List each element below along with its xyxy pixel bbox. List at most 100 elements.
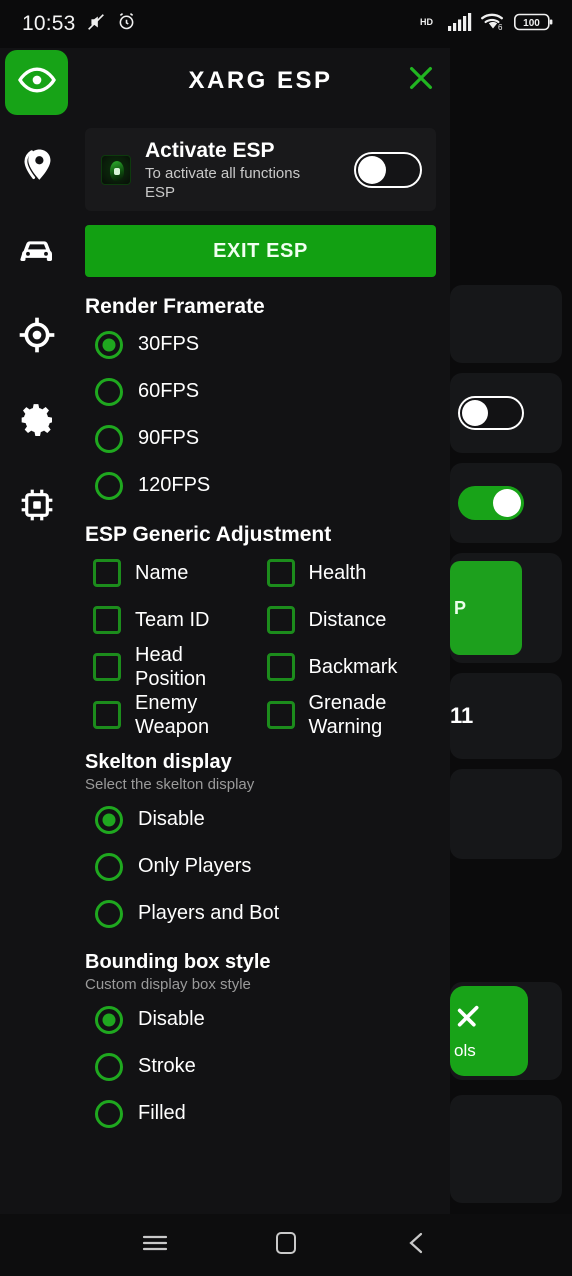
radio-90fps[interactable]: 90FPS — [83, 415, 440, 462]
radio-icon — [95, 424, 123, 453]
background-card — [450, 285, 562, 363]
background-card: ols — [450, 982, 562, 1080]
radio-icon — [95, 1099, 123, 1128]
checkbox-grenade-warning[interactable]: Grenade Warning — [266, 691, 441, 739]
sidebar-item-settings[interactable] — [5, 390, 68, 455]
render-framerate-title: Render Framerate — [85, 295, 265, 318]
gear-icon — [17, 400, 57, 445]
checkbox-icon — [266, 605, 295, 634]
render-framerate-section: Render Framerate 30FPS 60FPS 90FPS 120FP… — [73, 295, 450, 509]
eye-icon — [17, 60, 57, 105]
esp-generic-grid: Name Health Team ID Distance Head Positi… — [83, 549, 440, 739]
back-button[interactable] — [387, 1223, 447, 1267]
background-card — [450, 1095, 562, 1203]
recents-button[interactable] — [125, 1223, 185, 1267]
radio-label: 60FPS — [138, 380, 200, 402]
car-icon — [17, 230, 57, 275]
radio-label: Only Players — [138, 855, 252, 877]
checkbox-label: Backmark — [308, 656, 398, 678]
battery-level-text: 100 — [523, 18, 540, 29]
radio-30fps[interactable]: 30FPS — [83, 321, 440, 368]
checkbox-icon — [266, 701, 295, 729]
background-green-button[interactable]: P — [450, 561, 522, 655]
radio-icon — [95, 330, 123, 359]
radio-box-stroke[interactable]: Stroke — [83, 1043, 440, 1090]
sidebar-item-aim[interactable] — [5, 305, 68, 370]
crosshair-icon — [17, 315, 57, 360]
svg-text:HD: HD — [420, 17, 433, 27]
checkbox-label: Distance — [308, 608, 387, 631]
radio-120fps[interactable]: 120FPS — [83, 462, 440, 509]
checkbox-backmark[interactable]: Backmark — [266, 643, 441, 691]
app-logo-icon — [101, 154, 131, 185]
activate-esp-card[interactable]: Activate ESP To activate all functions E… — [85, 128, 436, 211]
wifi-icon: 6 — [480, 12, 506, 36]
activate-esp-text: Activate ESP To activate all functions E… — [131, 138, 354, 202]
radio-skelton-only-players[interactable]: Only Players — [83, 843, 440, 890]
sidebar-item-vehicle[interactable] — [5, 220, 68, 285]
checkbox-distance[interactable]: Distance — [266, 596, 441, 643]
background-panel: P 11 ols — [440, 110, 572, 1206]
checkbox-icon — [93, 558, 121, 587]
sidebar-item-esp[interactable] — [5, 50, 68, 115]
background-card — [450, 463, 562, 543]
checkbox-enemy-weapon[interactable]: Enemy Weapon — [93, 691, 267, 739]
activate-esp-toggle[interactable] — [354, 151, 422, 188]
radio-box-filled[interactable]: Filled — [83, 1090, 440, 1137]
radio-label: Disable — [138, 1008, 205, 1030]
radio-icon — [95, 852, 123, 881]
checkbox-head-position[interactable]: Head Position — [93, 643, 267, 691]
alarm-icon — [116, 11, 137, 37]
chip-icon — [18, 486, 56, 529]
checkbox-team-id[interactable]: Team ID — [93, 596, 267, 643]
home-button[interactable] — [256, 1223, 316, 1267]
esp-generic-title: ESP Generic Adjustment — [85, 523, 332, 546]
close-icon — [406, 63, 436, 98]
checkbox-label: Head Position — [135, 644, 207, 690]
svg-text:6: 6 — [498, 23, 503, 31]
radio-label: Disable — [138, 808, 205, 830]
radio-label: Filled — [138, 1102, 186, 1124]
chevron-left-icon — [404, 1230, 430, 1261]
status-time: 10:53 — [22, 12, 76, 35]
radio-label: Players and Bot — [138, 902, 280, 924]
background-tools-tile[interactable]: ols — [450, 986, 528, 1076]
radio-icon — [95, 899, 123, 928]
square-icon — [273, 1230, 299, 1261]
exit-esp-button[interactable]: EXIT ESP — [85, 225, 436, 277]
radio-label: Stroke — [138, 1055, 196, 1077]
activate-esp-subtitle: To activate all functions ESP — [145, 164, 301, 201]
checkbox-name[interactable]: Name — [93, 549, 267, 596]
mute-icon — [85, 11, 107, 38]
page-title: XARG ESP — [188, 66, 333, 94]
sidebar-item-memory[interactable] — [5, 475, 68, 540]
skelton-display-subtitle: Select the skelton display — [85, 776, 255, 793]
status-bar-left: 10:53 — [22, 11, 137, 38]
checkbox-label: Health — [308, 561, 367, 584]
radio-box-disable[interactable]: Disable — [83, 996, 440, 1043]
background-toggle-on[interactable] — [458, 486, 524, 520]
tools-icon — [452, 1002, 528, 1041]
radio-icon — [95, 1005, 123, 1034]
activate-esp-title: Activate ESP — [145, 138, 275, 162]
checkbox-health[interactable]: Health — [266, 549, 441, 596]
sidebar-item-location[interactable] — [5, 135, 68, 200]
checkbox-icon — [93, 701, 121, 729]
radio-label: 120FPS — [138, 474, 211, 496]
checkbox-icon — [266, 653, 295, 681]
checkbox-label: Name — [135, 561, 189, 584]
bounding-box-style-section: Bounding box style Custom display box st… — [73, 951, 450, 1137]
background-card — [450, 769, 562, 859]
phone-screen: 10:53 HD 6 100 P 11 ols XARG ESP Activat… — [0, 0, 572, 1276]
radio-skelton-disable[interactable]: Disable — [83, 796, 440, 843]
radio-60fps[interactable]: 60FPS — [83, 368, 440, 415]
close-button[interactable] — [392, 63, 450, 98]
radio-icon — [95, 1052, 123, 1081]
checkbox-label: Team ID — [135, 608, 210, 631]
background-toggle-off[interactable] — [458, 396, 524, 430]
radio-skelton-players-and-bot[interactable]: Players and Bot — [83, 890, 440, 937]
settings-content: Activate ESP To activate all functions E… — [73, 113, 450, 1216]
background-value-text: 11 — [450, 703, 474, 728]
esp-generic-adjustment-section: ESP Generic Adjustment Name Health Team … — [73, 523, 450, 739]
bounding-box-title: Bounding box style — [85, 951, 271, 973]
